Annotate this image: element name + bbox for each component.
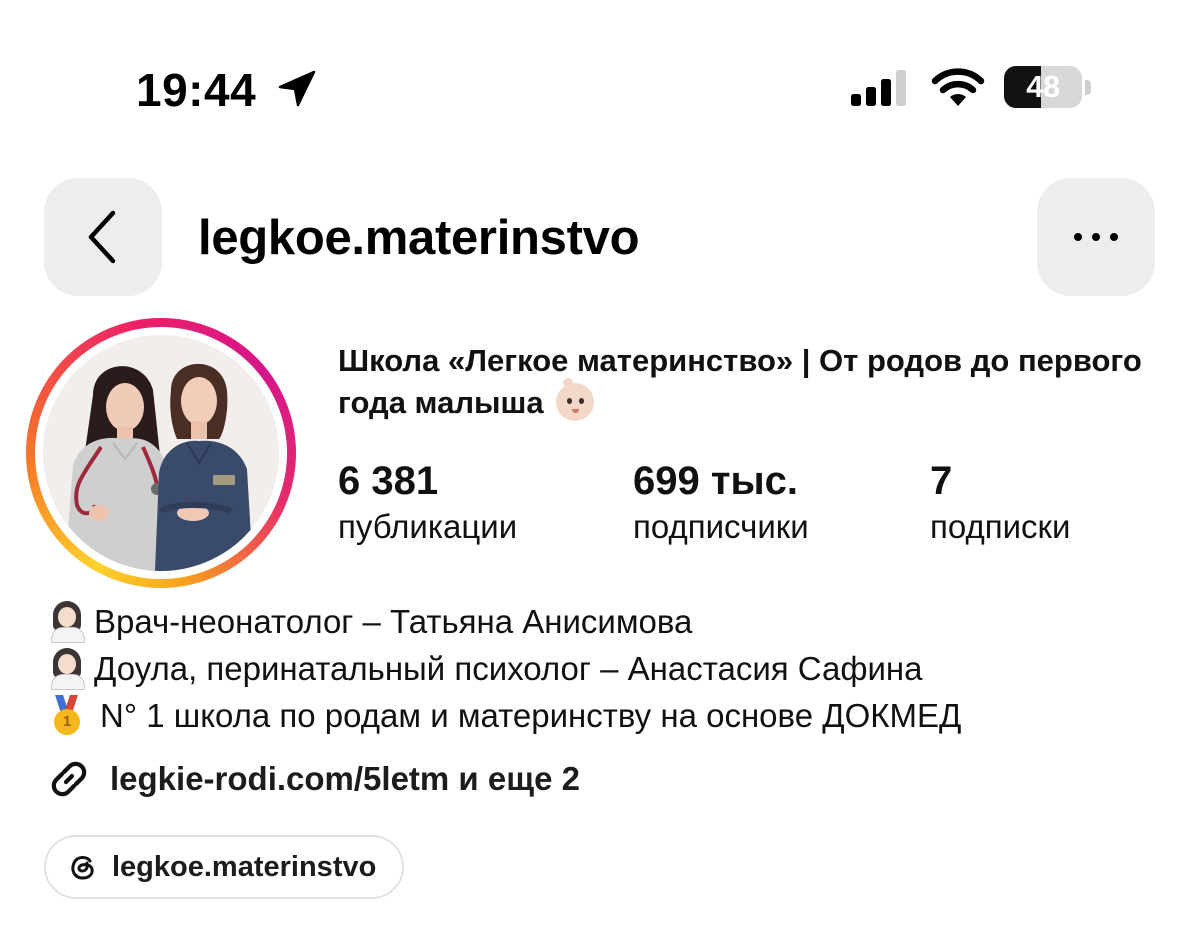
followers-label: подписчики [633,508,809,545]
chevron-left-icon [88,210,116,264]
posts-count: 6 381 [338,459,439,503]
stat-followers[interactable]: 699 тыс. подписчики [633,458,809,550]
bio-line-neonatologist: Врач-неонатолог – Татьяна Анисимова [48,600,692,644]
bio-line-2-text: Доула, перинатальный психолог – Анастаси… [94,650,923,687]
bio-link[interactable]: legkie-rodi.com/5letm и еще 2 [46,752,580,806]
threads-username: legkoe.materinstvo [112,850,377,883]
location-arrow-icon [278,70,316,107]
threads-profile-button[interactable]: legkoe.materinstvo [44,835,405,899]
bio-line-school: 1 N° 1 школа по родам и материнству на ос… [48,694,961,738]
more-options-button[interactable] [1037,178,1155,296]
following-label: подписки [930,508,1071,545]
link-icon [51,761,87,797]
threads-icon [71,856,94,880]
back-button[interactable] [44,178,162,296]
bio-link-text: legkie-rodi.com/5letm и еще 2 [110,760,580,797]
profile-display-name: Школа «Легкое материнство» | От родов до… [338,340,1168,424]
woman-doctor-emoji [48,601,86,643]
bio-line-1-text: Врач-неонатолог – Татьяна Анисимова [94,603,693,640]
stat-following[interactable]: 7 подписки [930,458,1070,550]
first-place-medal-emoji: 1 [48,695,86,735]
woman-doctor-emoji [48,648,86,690]
avatar[interactable] [43,335,279,571]
battery-nub [1085,80,1091,95]
stat-posts[interactable]: 6 381 публикации [338,458,517,550]
status-time: 19:44 [136,64,257,116]
bio-line-3-text: N° 1 школа по родам и материнству на осн… [100,697,962,734]
cellular-signal-icon [851,70,906,106]
baby-emoji [556,378,595,421]
profile-screen: 19:44 48 legkoe.materinstvo Школа «Легко… [0,0,1200,934]
battery-percent: 48 [1026,69,1060,104]
ellipsis-icon [1074,233,1118,241]
profile-username: legkoe.materinstvo [198,211,640,265]
following-count: 7 [930,459,953,503]
avatar-border [35,327,287,579]
battery-icon: 48 [1004,66,1082,108]
display-name-text: Школа «Легкое материнство» | От родов до… [338,343,1142,420]
posts-label: публикации [338,508,518,545]
followers-count: 699 тыс. [633,459,798,503]
bio-line-doula: Доула, перинатальный психолог – Анастаси… [48,647,923,691]
avatar-photo [43,335,279,571]
story-ring[interactable] [26,318,296,588]
wifi-icon [931,68,985,106]
